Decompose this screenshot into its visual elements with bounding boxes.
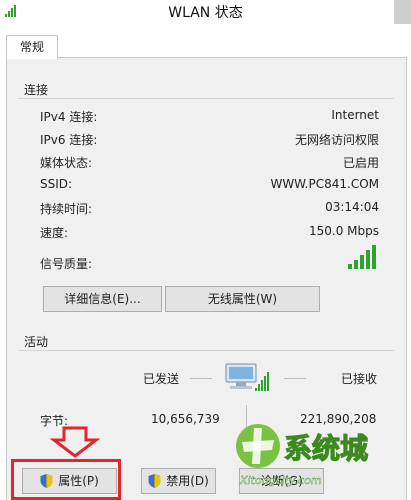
- wireless-properties-button[interactable]: 无线属性(W): [165, 286, 320, 312]
- tab-strip: 常规: [0, 24, 411, 59]
- bytes-sent-value: 10,656,739: [151, 412, 220, 426]
- row-label-duration: 持续时间:: [40, 202, 93, 216]
- title-bar: WLAN 状态: [0, 0, 411, 24]
- computer-network-icon: [225, 363, 269, 391]
- row-value-speed: 150.0 Mbps: [308, 224, 379, 238]
- shield-icon: [148, 474, 161, 488]
- row-label-speed: 速度:: [40, 226, 69, 240]
- row-value-ssid: WWW.PC841.COM: [270, 177, 379, 191]
- down-arrow-icon: [50, 426, 100, 458]
- disable-button[interactable]: 禁用(D): [141, 468, 216, 494]
- row-label-ipv6: IPv6 连接:: [40, 133, 98, 147]
- connection-heading: 连接: [24, 83, 49, 97]
- row-value-ipv4: Internet: [331, 108, 379, 122]
- activity-heading: 活动: [24, 335, 49, 349]
- row-value-duration: 03:14:04: [325, 200, 379, 214]
- activity-divider: [18, 350, 394, 351]
- xitongcity-watermark-logo: 系统城 Xitongcity.com: [236, 424, 369, 487]
- window-title: WLAN 状态: [168, 5, 243, 21]
- received-label: 已接收: [341, 372, 378, 386]
- highlight-box: [11, 459, 121, 500]
- row-value-ipv6: 无网络访问权限: [294, 133, 379, 147]
- received-line: [284, 378, 306, 379]
- sent-line: [190, 378, 212, 379]
- details-button[interactable]: 详细信息(E)...: [43, 286, 162, 312]
- svg-text:系统城: 系统城: [284, 432, 368, 465]
- close-button[interactable]: [394, 0, 411, 24]
- row-label-ssid: SSID:: [40, 177, 73, 191]
- row-label-media-state: 媒体状态:: [40, 156, 93, 170]
- wlan-status-window: WLAN 状态 常规 连接 IPv4 连接: Internet IPv6 连接:…: [0, 0, 411, 500]
- row-value-media-state: 已启用: [342, 156, 379, 170]
- connection-divider: [18, 98, 394, 99]
- row-label-ipv4: IPv4 连接:: [40, 110, 98, 124]
- svg-text:Xitongcity.com: Xitongcity.com: [239, 474, 322, 487]
- sent-label: 已发送: [143, 372, 180, 386]
- disable-button-label: 禁用(D): [166, 474, 209, 488]
- tab-general[interactable]: 常规: [6, 35, 58, 59]
- row-label-signal-quality: 信号质量:: [40, 257, 93, 271]
- signal-bars-icon: [348, 245, 376, 269]
